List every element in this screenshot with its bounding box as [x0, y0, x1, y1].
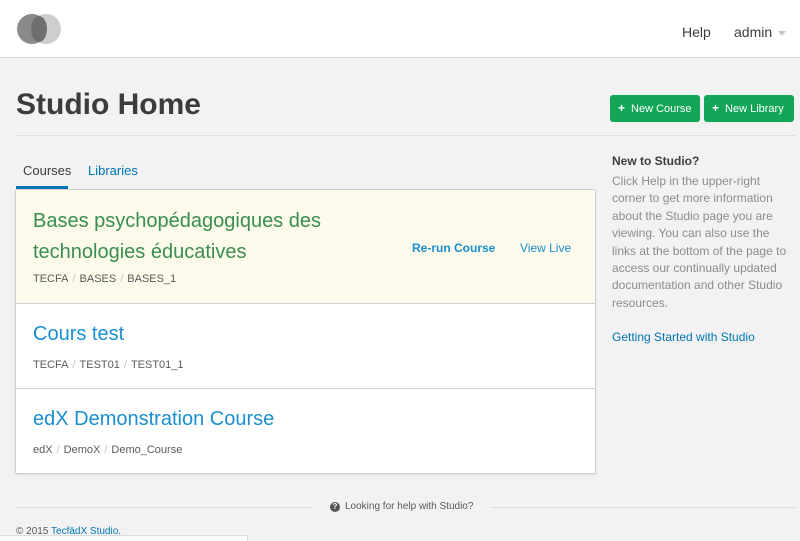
course-list: Bases psychopédagogiques des technologie…: [15, 189, 596, 474]
view-live-link[interactable]: View Live: [520, 241, 571, 255]
course-run: TEST01_1: [130, 359, 184, 371]
sidebar-title: New to Studio?: [612, 154, 700, 168]
course-org: TECFA: [33, 273, 69, 285]
course-title[interactable]: Cours test: [33, 319, 124, 350]
course-number: TEST01: [79, 359, 120, 371]
divider: [16, 135, 796, 136]
plus-icon: +: [712, 101, 720, 115]
course-metadata: TECFA / BASES / BASES_1: [33, 273, 177, 285]
rerun-course-link[interactable]: Re-run Course: [412, 241, 495, 255]
bottom-panel: [0, 535, 248, 541]
top-header: Help admin: [0, 0, 800, 58]
new-course-button[interactable]: + New Course: [610, 95, 700, 122]
course-title[interactable]: edX Demonstration Course: [33, 404, 274, 435]
plus-icon: +: [618, 101, 626, 115]
user-menu[interactable]: admin: [734, 24, 772, 40]
course-item[interactable]: edX Demonstration Course edX / DemoX / Demo_…: [16, 389, 595, 474]
help-link[interactable]: Help: [682, 24, 711, 40]
course-org: TECFA: [33, 359, 69, 371]
new-library-button[interactable]: + New Library: [704, 95, 794, 122]
studio-logo[interactable]: [17, 14, 65, 44]
course-number: DemoX: [63, 444, 101, 456]
page-title: Studio Home: [16, 88, 201, 121]
course-run: Demo_Course: [111, 444, 183, 456]
tab-libraries[interactable]: Libraries: [88, 163, 138, 178]
tab-courses[interactable]: Courses: [23, 163, 71, 178]
course-title[interactable]: Bases psychopédagogiques des technologie…: [33, 206, 393, 268]
course-org: edX: [33, 444, 53, 456]
sidebar-help-text: Click Help in the upper-right corner to …: [612, 174, 787, 310]
footer-help[interactable]: ? Looking for help with Studio?: [330, 501, 473, 512]
course-number: BASES: [79, 273, 117, 285]
course-item[interactable]: Bases psychopédagogiques des technologie…: [16, 190, 595, 304]
footer-divider: [490, 507, 796, 508]
new-library-label: New Library: [725, 103, 784, 115]
question-icon: ?: [330, 502, 340, 512]
course-item[interactable]: Cours test TECFA / TEST01/TEST01_1: [16, 304, 595, 389]
new-course-label: New Course: [631, 103, 692, 115]
footer-help-text: Looking for help with Studio?: [345, 501, 474, 512]
course-run: BASES_1: [127, 273, 177, 285]
course-metadata: TECFA / TEST01/TEST01_1: [33, 359, 184, 371]
chevron-down-icon[interactable]: [778, 31, 786, 36]
course-metadata: edX / DemoX / Demo_Course: [33, 444, 183, 456]
getting-started-link[interactable]: Getting Started with Studio: [612, 330, 755, 344]
footer-divider: [16, 507, 312, 508]
